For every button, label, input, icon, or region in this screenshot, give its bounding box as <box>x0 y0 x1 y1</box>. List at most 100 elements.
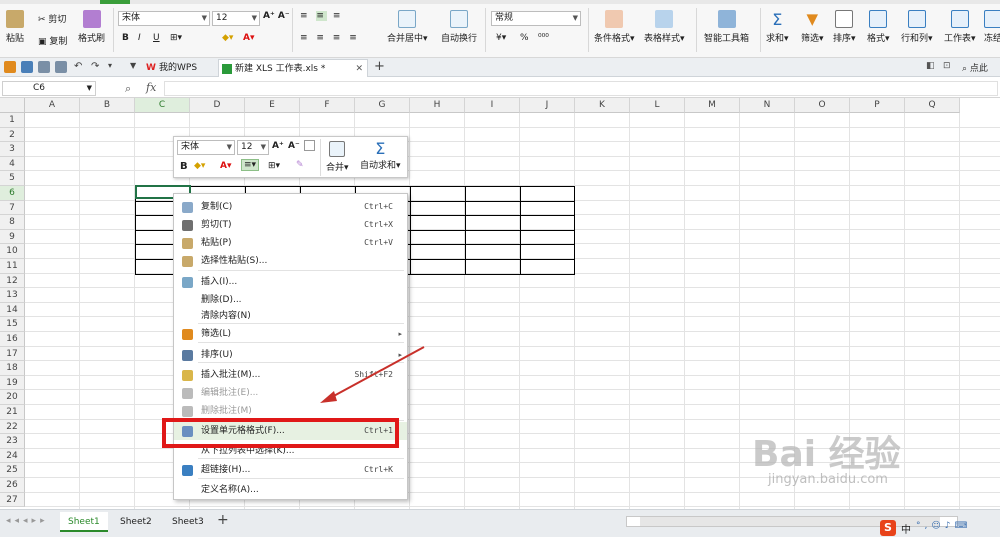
horizontal-align-buttons[interactable]: ≡ ≡ ≡ ≡ <box>300 33 360 43</box>
mini-font-color-button[interactable]: A▾ <box>220 161 231 171</box>
column-header-g[interactable]: G <box>355 98 410 113</box>
menu-item-15[interactable]: 定义名称(A)... <box>174 481 407 499</box>
vertical-align-buttons[interactable]: ≡ ≡ ≡ <box>300 11 343 21</box>
percent-button[interactable]: % <box>520 33 529 43</box>
mini-font-select[interactable]: 宋体 ▼ <box>177 140 235 155</box>
menu-item-0[interactable]: 复制(C) Ctrl+C <box>174 198 407 216</box>
filter-button[interactable]: ▼ 筛选▾ <box>801 10 824 44</box>
row-header-5[interactable]: 5 <box>0 171 25 186</box>
number-format-select[interactable]: 常规 ▼ <box>491 11 581 26</box>
row-header-13[interactable]: 13 <box>0 288 25 303</box>
column-header-j[interactable]: J <box>520 98 575 113</box>
column-header-f[interactable]: F <box>300 98 355 113</box>
search-box[interactable]: ⌕ 点此 <box>962 61 988 74</box>
row-header-21[interactable]: 21 <box>0 405 25 420</box>
sort-button[interactable]: 排序▾ <box>833 10 856 44</box>
copy-button[interactable]: ▣ 复制 <box>38 34 67 47</box>
row-header-8[interactable]: 8 <box>0 215 25 230</box>
row-header-25[interactable]: 25 <box>0 463 25 478</box>
menu-item-2[interactable]: 粘贴(P) Ctrl+V <box>174 234 407 252</box>
row-header-18[interactable]: 18 <box>0 361 25 376</box>
row-header-26[interactable]: 26 <box>0 478 25 493</box>
new-tab-button[interactable]: + <box>374 59 385 74</box>
window-mode-icon[interactable]: ◧ <box>926 61 935 71</box>
print-icon[interactable] <box>55 61 67 73</box>
column-header-d[interactable]: D <box>190 98 245 113</box>
row-header-17[interactable]: 17 <box>0 346 25 362</box>
zoom-search-icon[interactable]: ⌕ <box>125 82 131 96</box>
quick-access-more-icon[interactable]: ▾ <box>108 61 112 70</box>
column-header-p[interactable]: P <box>850 98 905 113</box>
row-header-24[interactable]: 24 <box>0 448 25 464</box>
row-header-16[interactable]: 16 <box>0 332 25 347</box>
row-header-14[interactable]: 14 <box>0 302 25 318</box>
window-settings-icon[interactable]: ⊡ <box>943 61 951 71</box>
row-header-20[interactable]: 20 <box>0 390 25 405</box>
format-button[interactable]: 格式▾ <box>867 10 890 44</box>
underline-button[interactable]: U <box>153 33 160 43</box>
comma-button[interactable]: ⁰⁰⁰ <box>538 33 549 43</box>
sheet-tab-3[interactable]: Sheet3 <box>164 512 212 532</box>
add-sheet-button[interactable]: + <box>217 512 229 528</box>
row-header-12[interactable]: 12 <box>0 273 25 289</box>
cut-button[interactable]: ✂ 剪切 <box>38 12 66 25</box>
mini-merge-button[interactable]: 合并▾ <box>326 141 349 173</box>
bold-button[interactable]: B <box>122 33 129 43</box>
fill-color-button[interactable]: ◆▾ <box>222 33 233 43</box>
column-header-o[interactable]: O <box>795 98 850 113</box>
column-header-h[interactable]: H <box>410 98 465 113</box>
row-header-7[interactable]: 7 <box>0 200 25 216</box>
undo-icon[interactable]: ↶ <box>74 61 82 72</box>
tab-my-wps[interactable]: W 我的WPS <box>143 59 197 77</box>
auto-wrap-button[interactable]: 自动换行 <box>441 10 477 44</box>
redo-icon[interactable]: ↷ <box>91 61 99 72</box>
smart-toolbox-button[interactable]: 智能工具箱 <box>704 10 749 44</box>
mini-size-select[interactable]: 12 ▼ <box>237 140 269 155</box>
column-header-m[interactable]: M <box>685 98 740 113</box>
column-header-n[interactable]: N <box>740 98 795 113</box>
row-header-2[interactable]: 2 <box>0 127 25 143</box>
font-name-select[interactable]: 宋体 ▼ <box>118 11 210 26</box>
row-header-9[interactable]: 9 <box>0 229 25 245</box>
column-header-k[interactable]: K <box>575 98 630 113</box>
column-header-e[interactable]: E <box>245 98 300 113</box>
row-header-15[interactable]: 15 <box>0 317 25 332</box>
mini-align-center-button[interactable]: ≡▾ <box>241 159 260 171</box>
column-header-l[interactable]: L <box>630 98 685 113</box>
row-header-4[interactable]: 4 <box>0 156 25 172</box>
border-button[interactable]: ⊞▾ <box>170 33 182 43</box>
formula-input[interactable] <box>164 81 998 96</box>
row-header-6[interactable]: 6 <box>0 186 25 201</box>
column-header-q[interactable]: Q <box>905 98 960 113</box>
row-col-button[interactable]: 行和列▾ <box>901 10 933 44</box>
row-header-11[interactable]: 11 <box>0 259 25 274</box>
italic-button[interactable]: I <box>138 33 141 43</box>
font-color-button[interactable]: A▾ <box>243 33 254 43</box>
conditional-format-button[interactable]: 条件格式▾ <box>594 10 635 44</box>
fx-button[interactable]: fx <box>146 81 156 94</box>
merge-center-button[interactable]: 合并居中▾ <box>387 10 428 44</box>
paste-button[interactable]: 粘贴 <box>6 10 24 44</box>
format-painter-button[interactable]: 格式刷 <box>78 10 105 44</box>
row-header-10[interactable]: 10 <box>0 244 25 259</box>
sheet-nav-arrows[interactable]: ◂◂◂▸▸ <box>6 516 49 526</box>
sum-button[interactable]: Σ 求和▾ <box>766 10 789 44</box>
open-folder-icon[interactable] <box>4 61 16 73</box>
mini-shrink-font-button[interactable]: A⁻ <box>288 141 300 151</box>
row-header-1[interactable]: 1 <box>0 113 25 128</box>
mini-autosum-button[interactable]: Σ 自动求和▾ <box>360 139 401 171</box>
row-header-3[interactable]: 3 <box>0 142 25 157</box>
currency-button[interactable]: ¥▾ <box>496 33 506 43</box>
tab-document[interactable]: 新建 XLS 工作表.xls * ✕ <box>218 59 368 77</box>
worksheet-button[interactable]: 工作表▾ <box>944 10 976 44</box>
freeze-button[interactable]: 冻结 <box>984 10 1000 44</box>
table-style-button[interactable]: 表格样式▾ <box>644 10 685 44</box>
name-box[interactable]: C6 ▼ <box>2 81 96 96</box>
menu-item-4[interactable]: 插入(I)... <box>174 273 407 291</box>
grow-font-button[interactable]: A⁺ A⁻ <box>263 11 290 21</box>
close-icon[interactable]: ✕ <box>355 60 363 78</box>
mini-grow-font-button[interactable]: A⁺ <box>272 141 284 151</box>
column-header-b[interactable]: B <box>80 98 135 113</box>
column-header-c[interactable]: C <box>135 98 190 113</box>
column-header-i[interactable]: I <box>465 98 520 113</box>
